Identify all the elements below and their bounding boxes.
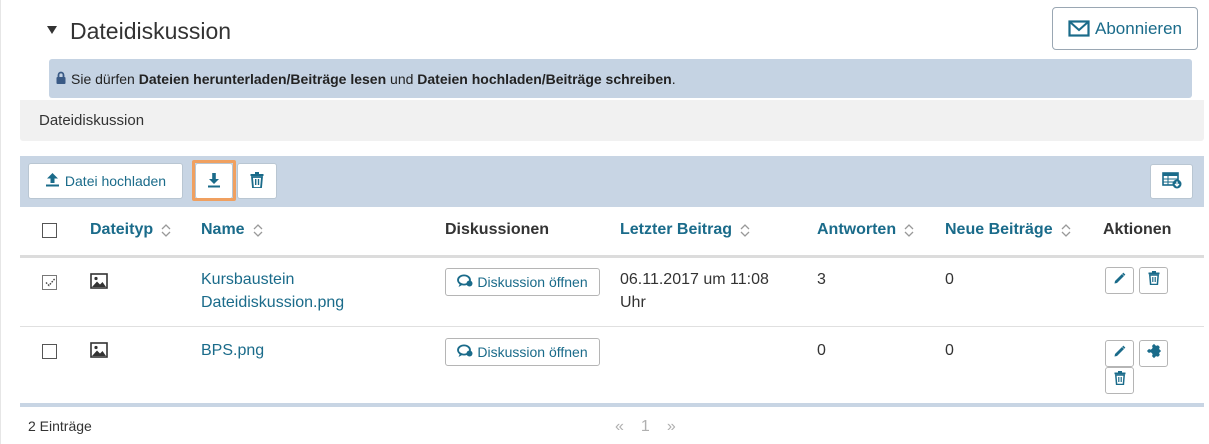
- last-post-cell: 06.11.2017 um 11:08 Uhr: [620, 268, 769, 314]
- lock-icon: [56, 71, 66, 87]
- pagination: « 1 »: [615, 418, 676, 436]
- col-newposts-label: Neue Beiträge: [945, 221, 1053, 238]
- image-icon: [90, 342, 108, 363]
- col-discussions-header: Diskussionen: [445, 221, 549, 239]
- col-lastpost-label: Letzter Beitrag: [620, 221, 733, 238]
- trash-icon: [1114, 371, 1126, 390]
- new-posts-cell: 0: [945, 271, 954, 288]
- edit-icon: [1113, 345, 1126, 363]
- replies-cell: 0: [817, 342, 826, 359]
- comments-icon: [457, 344, 473, 361]
- table-bottom-bar: [20, 403, 1204, 407]
- comments-icon: [457, 274, 473, 291]
- last-post-suffix: Uhr: [620, 294, 646, 311]
- trash-icon: [1148, 271, 1160, 290]
- sort-icon: [252, 223, 264, 238]
- permission-info-box: Sie dürfen Dateien herunterladen/Beiträg…: [49, 59, 1192, 98]
- new-posts-cell: 0: [945, 342, 954, 359]
- subscribe-button[interactable]: Abonnieren: [1052, 7, 1198, 50]
- puzzle-icon: [1146, 343, 1162, 364]
- pager-page[interactable]: 1: [641, 418, 650, 436]
- table-header: Dateityp Name Diskussionen Letzter Beitr…: [20, 207, 1204, 255]
- delete-button[interactable]: [1139, 267, 1168, 294]
- edit-button[interactable]: [1105, 340, 1134, 367]
- sort-icon: [739, 223, 751, 238]
- table-row: Kursbaustein Dateidiskussion.png Diskuss…: [20, 258, 1204, 326]
- col-lastpost-header[interactable]: Letzter Beitrag: [620, 221, 751, 239]
- file-name-link[interactable]: Kursbaustein Dateidiskussion.png: [201, 268, 344, 314]
- select-all-checkbox[interactable]: [42, 223, 57, 238]
- last-post-date: 06.11.2017 um 11:08: [620, 271, 769, 288]
- open-discussion-button[interactable]: Diskussion öffnen: [445, 268, 600, 296]
- envelope-icon: [1068, 20, 1090, 37]
- export-table-icon: [1161, 171, 1182, 192]
- left-border: [0, 0, 1, 444]
- col-replies-header[interactable]: Antworten: [817, 221, 915, 239]
- upload-icon: [45, 172, 60, 190]
- sort-icon: [160, 223, 172, 238]
- sort-icon: [1060, 223, 1072, 238]
- edit-icon: [1113, 272, 1126, 290]
- delete-selected-button[interactable]: [237, 163, 277, 199]
- col-filetype-header[interactable]: Dateityp: [90, 221, 172, 239]
- file-name-line1: BPS.png: [201, 342, 265, 359]
- export-table-button[interactable]: [1150, 164, 1193, 199]
- upload-file-button[interactable]: Datei hochladen: [28, 163, 183, 199]
- delete-button[interactable]: [1105, 367, 1134, 394]
- download-button[interactable]: [195, 163, 233, 199]
- col-name-label: Name: [201, 221, 245, 238]
- pager-next[interactable]: »: [667, 418, 676, 436]
- col-actions-header: Aktionen: [1103, 221, 1171, 239]
- upload-file-label: Datei hochladen: [64, 173, 167, 189]
- open-discussion-label: Diskussion öffnen: [477, 274, 588, 290]
- col-filetype-label: Dateityp: [90, 221, 154, 238]
- sort-icon: [903, 223, 915, 238]
- file-name-link[interactable]: BPS.png: [201, 339, 264, 362]
- info-perm-read: Dateien herunterladen/Beiträge lesen: [138, 70, 387, 87]
- subscribe-label: Abonnieren: [1095, 18, 1182, 38]
- col-newposts-header[interactable]: Neue Beiträge: [945, 221, 1072, 239]
- info-suffix: .: [671, 70, 676, 87]
- plugin-button[interactable]: [1139, 340, 1168, 367]
- row-checkbox[interactable]: [42, 275, 57, 290]
- table-row: BPS.png Diskussion öffnen 0 0: [20, 327, 1204, 403]
- course-element-title: Dateidiskussion: [39, 112, 145, 129]
- replies-cell: 3: [817, 271, 826, 288]
- file-name-line2: Dateidiskussion.png: [201, 294, 345, 311]
- download-icon: [207, 172, 221, 191]
- page-title: Dateidiskussion: [70, 18, 232, 44]
- collapse-triangle-icon[interactable]: [46, 25, 60, 37]
- row-checkbox[interactable]: [42, 344, 57, 359]
- col-actions-label: Aktionen: [1103, 221, 1172, 238]
- col-name-header[interactable]: Name: [201, 221, 264, 239]
- info-perm-write: Dateien hochladen/Beiträge schreiben: [417, 70, 672, 87]
- file-name-line1: Kursbaustein: [201, 271, 295, 288]
- open-discussion-button[interactable]: Diskussion öffnen: [445, 338, 600, 366]
- col-replies-label: Antworten: [817, 221, 897, 238]
- trash-icon: [250, 171, 264, 191]
- info-prefix: Sie dürfen: [71, 70, 139, 87]
- col-discussions-label: Diskussionen: [445, 221, 550, 238]
- entries-count: 2 Einträge: [28, 418, 92, 434]
- image-icon: [90, 273, 108, 294]
- course-element-title-box: Dateidiskussion: [20, 100, 1204, 141]
- pager-prev[interactable]: «: [615, 418, 624, 436]
- open-discussion-label: Diskussion öffnen: [477, 344, 588, 360]
- info-middle: und: [386, 70, 418, 87]
- table-toolbar: Datei hochladen: [20, 156, 1204, 207]
- edit-button[interactable]: [1105, 267, 1134, 294]
